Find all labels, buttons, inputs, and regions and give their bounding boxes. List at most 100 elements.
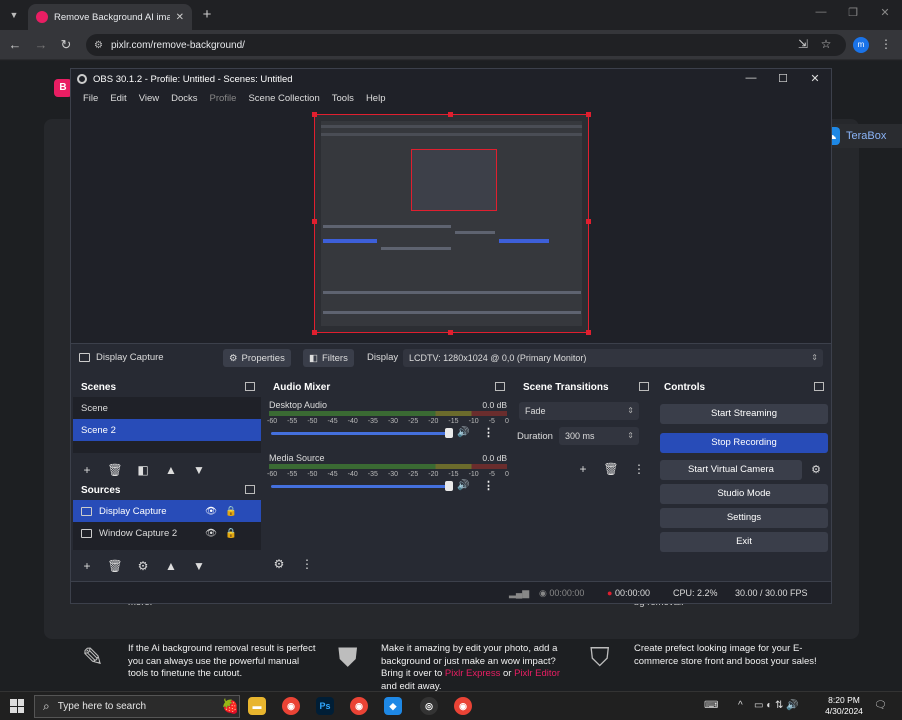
resize-handle[interactable] bbox=[448, 330, 453, 335]
undock-icon[interactable] bbox=[245, 382, 255, 391]
menu-scene-collection[interactable]: Scene Collection bbox=[242, 93, 325, 104]
bookmark-star-icon[interactable]: ☆ bbox=[818, 37, 834, 51]
preview-capture-frame[interactable] bbox=[312, 112, 591, 335]
forward-button[interactable]: → bbox=[33, 37, 49, 53]
menu-edit[interactable]: Edit bbox=[104, 93, 132, 104]
resize-handle[interactable] bbox=[448, 112, 453, 117]
advanced-audio-gear-icon[interactable]: ⚙ bbox=[265, 557, 293, 571]
speaker-icon[interactable]: 🔊 bbox=[457, 427, 469, 438]
menu-help[interactable]: Help bbox=[360, 93, 392, 104]
browser-tab[interactable]: Remove Background AI image ✕ bbox=[28, 4, 192, 30]
chrome-icon[interactable]: ◉ bbox=[454, 697, 472, 715]
transition-type-select[interactable]: Fade ⇕ bbox=[519, 402, 639, 420]
eye-icon[interactable]: 👁 bbox=[205, 506, 217, 517]
scene-item[interactable]: Scene bbox=[73, 397, 261, 419]
pixlr-express-link[interactable]: Pixlr Express bbox=[445, 668, 500, 679]
undock-icon[interactable] bbox=[814, 382, 824, 391]
gear-icon[interactable]: ⚙ bbox=[129, 559, 157, 573]
volume-slider-handle[interactable] bbox=[445, 428, 453, 438]
install-app-icon[interactable]: ⇲ bbox=[795, 37, 811, 51]
resize-handle[interactable] bbox=[312, 112, 317, 117]
add-source-icon[interactable]: + bbox=[73, 559, 101, 573]
undock-icon[interactable] bbox=[495, 382, 505, 391]
settings-button[interactable]: Settings bbox=[660, 508, 828, 528]
resize-handle[interactable] bbox=[312, 219, 317, 224]
reload-button[interactable]: ↻ bbox=[58, 37, 74, 53]
move-up-icon[interactable]: ▲ bbox=[157, 463, 185, 477]
start-virtual-camera-button[interactable]: Start Virtual Camera bbox=[660, 460, 802, 480]
mixer-menu-icon[interactable]: ⋮ bbox=[293, 557, 321, 571]
menu-tools[interactable]: Tools bbox=[326, 93, 360, 104]
transition-menu-icon[interactable]: ⋮ bbox=[625, 462, 653, 476]
exit-button[interactable]: Exit bbox=[660, 532, 828, 552]
menu-view[interactable]: View bbox=[133, 93, 165, 104]
scene-item-selected[interactable]: Scene 2 bbox=[73, 419, 261, 441]
obs-icon[interactable]: ◎ bbox=[420, 697, 438, 715]
tray-icons[interactable]: ▭ ◐ ⇅ 🔊 bbox=[754, 700, 799, 711]
photoshop-icon[interactable]: Ps bbox=[316, 697, 334, 715]
resize-handle[interactable] bbox=[586, 330, 591, 335]
duration-spinbox[interactable]: 300 ms ⇕ bbox=[559, 427, 639, 445]
eye-icon[interactable]: 👁 bbox=[205, 528, 217, 539]
source-item-selected[interactable]: Display Capture 👁 🔒 bbox=[73, 500, 261, 522]
move-down-icon[interactable]: ▼ bbox=[185, 463, 213, 477]
move-up-icon[interactable]: ▲ bbox=[157, 559, 185, 573]
menu-profile[interactable]: Profile bbox=[204, 93, 243, 104]
taskbar-search[interactable]: ⌕ Type here to search 🍓 bbox=[34, 695, 240, 718]
new-tab-button[interactable]: + bbox=[200, 6, 214, 23]
lock-icon[interactable]: 🔒 bbox=[225, 528, 237, 539]
obs-preview[interactable] bbox=[71, 107, 831, 343]
minimize-button[interactable]: — bbox=[806, 6, 836, 18]
maximize-button[interactable]: ❐ bbox=[838, 6, 868, 19]
file-explorer-icon[interactable]: ▬ bbox=[248, 697, 266, 715]
channel-menu-icon[interactable]: ⋮ bbox=[483, 479, 494, 492]
filters-button[interactable]: ◧ Filters bbox=[303, 349, 354, 367]
keyboard-icon[interactable]: ⌨ bbox=[704, 700, 718, 711]
volume-slider[interactable] bbox=[271, 485, 453, 488]
resize-handle[interactable] bbox=[586, 219, 591, 224]
chrome-icon[interactable]: ◉ bbox=[282, 697, 300, 715]
show-hidden-icons[interactable]: ^ bbox=[738, 700, 743, 711]
properties-button[interactable]: ⚙ Properties bbox=[223, 349, 291, 367]
obs-close-button[interactable]: ✕ bbox=[805, 72, 825, 85]
trash-icon[interactable]: 🗑 bbox=[597, 462, 625, 476]
studio-mode-button[interactable]: Studio Mode bbox=[660, 484, 828, 504]
volume-slider[interactable] bbox=[271, 432, 453, 435]
undock-icon[interactable] bbox=[245, 485, 255, 494]
menu-file[interactable]: File bbox=[77, 93, 104, 104]
stepper-icon[interactable]: ⇕ bbox=[627, 427, 634, 445]
speaker-icon[interactable]: 🔊 bbox=[457, 480, 469, 491]
notifications-icon[interactable]: 🗨 bbox=[874, 700, 887, 711]
obs-maximize-button[interactable]: ☐ bbox=[773, 72, 793, 85]
virtual-camera-gear-icon[interactable]: ⚙ bbox=[806, 460, 826, 480]
add-transition-icon[interactable]: + bbox=[569, 462, 597, 476]
chrome-icon[interactable]: ◉ bbox=[350, 697, 368, 715]
menu-docks[interactable]: Docks bbox=[165, 93, 203, 104]
back-button[interactable]: ← bbox=[7, 37, 23, 53]
address-bar[interactable]: ⚙ pixlr.com/remove-background/ bbox=[86, 34, 846, 56]
trash-icon[interactable]: 🗑 bbox=[101, 463, 129, 477]
source-item[interactable]: Window Capture 2 👁 🔒 bbox=[73, 522, 261, 544]
stop-recording-button[interactable]: Stop Recording bbox=[660, 433, 828, 453]
browser-menu-icon[interactable]: ⋮ bbox=[880, 37, 892, 51]
windows-start-icon[interactable] bbox=[10, 699, 24, 713]
undock-icon[interactable] bbox=[639, 382, 649, 391]
filters-icon[interactable]: ◧ bbox=[129, 463, 157, 477]
resize-handle[interactable] bbox=[586, 112, 591, 117]
display-select[interactable]: LCDTV: 1280x1024 @ 0,0 (Primary Monitor)… bbox=[403, 349, 823, 367]
channel-menu-icon[interactable]: ⋮ bbox=[483, 426, 494, 439]
close-window-button[interactable]: ✕ bbox=[870, 6, 900, 19]
tab-close-icon[interactable]: ✕ bbox=[176, 12, 184, 23]
obs-minimize-button[interactable]: — bbox=[741, 72, 761, 84]
pixlr-editor-link[interactable]: Pixlr Editor bbox=[514, 668, 560, 679]
app-icon[interactable]: ◆ bbox=[384, 697, 402, 715]
trash-icon[interactable]: 🗑 bbox=[101, 559, 129, 573]
lock-icon[interactable]: 🔒 bbox=[225, 506, 237, 517]
profile-avatar[interactable]: m bbox=[853, 37, 869, 53]
tab-search-icon[interactable]: ▼ bbox=[6, 7, 22, 23]
move-down-icon[interactable]: ▼ bbox=[185, 559, 213, 573]
start-streaming-button[interactable]: Start Streaming bbox=[660, 404, 828, 424]
site-info-icon[interactable]: ⚙ bbox=[94, 40, 103, 51]
volume-slider-handle[interactable] bbox=[445, 481, 453, 491]
resize-handle[interactable] bbox=[312, 330, 317, 335]
